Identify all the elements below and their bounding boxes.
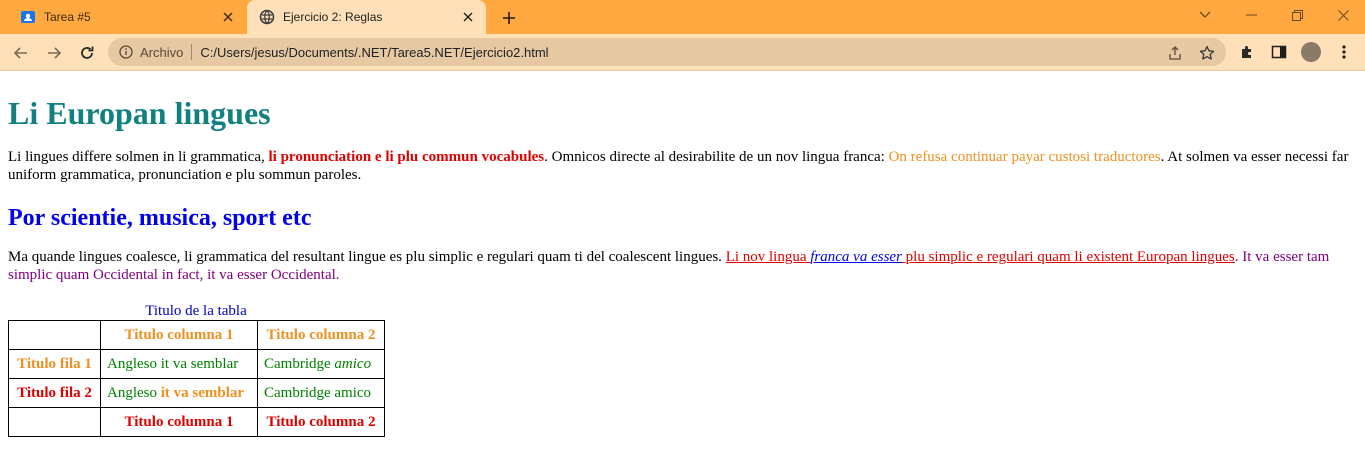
- tab-strip: Tarea #5 Ejercicio 2: Reglas: [0, 0, 1365, 34]
- section-heading: Por scientie, musica, sport etc: [8, 205, 312, 231]
- info-icon[interactable]: [118, 44, 134, 60]
- text: Ma quande lingues coalesce, li grammatic…: [8, 249, 726, 265]
- restore-icon[interactable]: [1274, 0, 1320, 30]
- url-text[interactable]: C:/Users/jesus/Documents/.NET/Tarea5.NET…: [200, 45, 548, 60]
- avatar: [1301, 42, 1321, 62]
- tab-tarea5[interactable]: Tarea #5: [8, 0, 246, 34]
- table-row: Titulo fila 1 Angleso it va semblar Camb…: [8, 349, 385, 379]
- bold-orange-cell-text: it va semblar: [160, 385, 245, 401]
- row-header: Titulo fila 1: [8, 349, 101, 379]
- table-cell: Cambridge amico: [257, 349, 385, 379]
- table-cell: Angleso it va semblar: [100, 378, 258, 408]
- table-footer-row: Titulo columna 1 Titulo columna 2: [8, 407, 385, 437]
- second-paragraph: Ma quande lingues coalesce, li grammatic…: [8, 248, 1358, 284]
- table-corner-cell: [8, 407, 101, 437]
- table-section: Titulo de la tabla Titulo columna 1 Titu…: [8, 302, 1358, 437]
- link-text: Li nov lingua: [725, 249, 811, 265]
- text: Li lingues differe solmen in li grammati…: [8, 149, 269, 165]
- cell-text: Angleso: [107, 385, 161, 401]
- europan-link[interactable]: Li nov lingua franca va esser plu simpli…: [726, 249, 1235, 265]
- table-cell: Cambridge amico: [257, 378, 385, 408]
- extensions-puzzle-icon[interactable]: [1237, 42, 1257, 62]
- back-arrow-icon[interactable]: [8, 40, 34, 66]
- italic-cell-text: amico: [334, 356, 372, 372]
- link-italic-text: franca va esser: [810, 249, 902, 265]
- address-divider: [191, 44, 193, 60]
- globe-icon: [259, 9, 275, 25]
- cell-text: Cambridge: [264, 356, 335, 372]
- link-text: plu simplic e regulari quam li existent …: [901, 249, 1235, 265]
- profile-avatar[interactable]: [1301, 42, 1321, 62]
- file-scheme-label: Archivo: [140, 44, 184, 60]
- side-panel-icon[interactable]: [1269, 42, 1289, 62]
- minimize-icon[interactable]: [1228, 0, 1274, 30]
- intro-paragraph: Li lingues differe solmen in li grammati…: [8, 148, 1358, 184]
- table-cell: Angleso it va semblar: [100, 349, 258, 379]
- close-tab-icon[interactable]: [460, 9, 476, 25]
- reload-icon[interactable]: [74, 40, 100, 66]
- row-header: Titulo fila 2: [8, 378, 101, 408]
- column-header: Titulo columna 2: [257, 320, 385, 350]
- text: . Omnicos directe al desirabilite de un …: [544, 149, 889, 165]
- column-footer: Titulo columna 1: [100, 407, 258, 437]
- page-title: Li Europan lingues: [8, 95, 271, 131]
- tab-ejercicio2[interactable]: Ejercicio 2: Reglas: [247, 0, 486, 34]
- table-row: Titulo fila 2 Angleso it va semblar Camb…: [8, 378, 385, 408]
- bookmark-star-icon[interactable]: [1198, 44, 1216, 62]
- column-footer: Titulo columna 2: [257, 407, 385, 437]
- tab-title: Tarea #5: [44, 10, 91, 24]
- column-header: Titulo columna 1: [100, 320, 258, 350]
- close-tab-icon[interactable]: [220, 9, 236, 25]
- table-caption: Titulo de la tabla: [145, 303, 247, 319]
- data-table: Titulo columna 1 Titulo columna 2 Titulo…: [8, 320, 385, 437]
- close-window-icon[interactable]: [1320, 0, 1365, 30]
- orange-text: On refusa continuar payar custosi traduc…: [888, 149, 1161, 165]
- new-tab-button[interactable]: [498, 7, 520, 29]
- table-corner-cell: [8, 320, 101, 350]
- kebab-menu-icon[interactable]: [1334, 42, 1354, 62]
- table-header-row: Titulo columna 1 Titulo columna 2: [8, 320, 385, 350]
- forward-arrow-icon[interactable]: [41, 40, 67, 66]
- classroom-icon: [20, 9, 36, 25]
- share-icon[interactable]: [1166, 44, 1184, 62]
- page-content: Li Europan lingues Li lingues differe so…: [8, 71, 1358, 437]
- tab-search-chevron-icon[interactable]: [1182, 0, 1228, 30]
- address-bar[interactable]: Archivo C:/Users/jesus/Documents/.NET/Ta…: [108, 38, 1226, 66]
- bold-red-text: li pronunciation e li plu commun vocabul…: [268, 149, 545, 165]
- tab-title: Ejercicio 2: Reglas: [283, 10, 383, 24]
- browser-toolbar: Archivo C:/Users/jesus/Documents/.NET/Ta…: [0, 34, 1365, 71]
